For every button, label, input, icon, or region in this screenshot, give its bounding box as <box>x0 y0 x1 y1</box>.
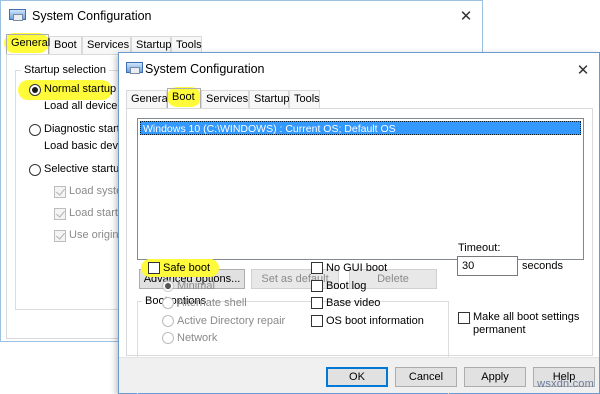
no-gui-boot-label: No GUI boot <box>326 262 388 274</box>
tab-general[interactable]: General <box>6 34 50 54</box>
safe-boot-checkbox[interactable] <box>148 262 160 274</box>
tab-boot[interactable]: Boot <box>167 88 201 108</box>
use-original-checkbox[interactable] <box>54 230 66 242</box>
alternate-shell-radio[interactable] <box>162 297 174 309</box>
os-list-item[interactable]: Windows 10 (C:\WINDOWS) : Current OS; De… <box>140 121 581 135</box>
make-permanent-checkbox[interactable] <box>458 312 470 324</box>
tab-boot[interactable]: Boot <box>49 36 82 54</box>
front-window: System Configuration ✕ General Boot Serv… <box>118 52 600 394</box>
os-list[interactable]: Windows 10 (C:\WINDOWS) : Current OS; De… <box>137 118 584 260</box>
minimal-label: Minimal <box>177 280 215 292</box>
network-radio[interactable] <box>162 332 174 344</box>
tab-startup[interactable]: Startup <box>249 90 289 108</box>
network-label: Network <box>177 332 218 344</box>
load-startup-checkbox[interactable] <box>54 208 66 220</box>
selective-startup-radio[interactable] <box>29 164 41 176</box>
front-window-title: System Configuration <box>145 62 265 76</box>
base-video-checkbox[interactable] <box>311 297 323 309</box>
back-window-title: System Configuration <box>32 9 152 23</box>
close-icon[interactable]: ✕ <box>459 9 473 24</box>
front-tab-strip: General Boot Services Startup Tools <box>126 87 426 108</box>
minimal-radio[interactable] <box>162 280 174 292</box>
base-video-label: Base video <box>326 297 381 309</box>
active-directory-repair-radio[interactable] <box>162 315 174 327</box>
diagnostic-startup-radio[interactable] <box>29 124 41 136</box>
close-icon[interactable]: ✕ <box>576 63 590 78</box>
ok-button[interactable]: OK <box>326 367 388 387</box>
timeout-input[interactable]: 30 <box>457 256 518 276</box>
safe-boot-label: Safe boot <box>163 262 211 274</box>
tab-general[interactable]: General <box>126 90 170 108</box>
alternate-shell-label: Alternate shell <box>177 297 247 309</box>
msconfig-icon <box>126 62 143 75</box>
normal-startup-label: Normal startup <box>44 83 117 95</box>
apply-button[interactable]: Apply <box>464 367 526 387</box>
msconfig-icon <box>9 9 26 22</box>
timeout-label: Timeout: <box>458 242 501 254</box>
load-system-checkbox[interactable] <box>54 186 66 198</box>
selective-startup-label: Selective startup <box>44 163 126 175</box>
startup-selection-title: Startup selection <box>21 64 109 76</box>
make-permanent-label-line1: Make all boot settings <box>473 311 580 323</box>
watermark: wsxdn.com <box>537 378 594 390</box>
os-boot-information-label: OS boot information <box>326 315 424 327</box>
front-window-titlebar: System Configuration ✕ <box>119 53 599 85</box>
no-gui-boot-checkbox[interactable] <box>311 262 323 274</box>
back-window-titlebar: System Configuration ✕ <box>1 1 482 31</box>
boot-log-checkbox[interactable] <box>311 280 323 292</box>
os-boot-information-checkbox[interactable] <box>311 315 323 327</box>
tab-services[interactable]: Services <box>201 90 249 108</box>
boot-log-label: Boot log <box>326 280 367 292</box>
make-permanent-label-line2: permanent <box>473 324 526 336</box>
tab-tools[interactable]: Tools <box>289 90 320 108</box>
dialog-footer: OK Cancel Apply Help <box>119 357 599 393</box>
normal-startup-radio[interactable] <box>29 84 41 96</box>
cancel-button[interactable]: Cancel <box>395 367 457 387</box>
active-directory-repair-label: Active Directory repair <box>177 315 286 327</box>
timeout-unit-label: seconds <box>522 260 563 272</box>
